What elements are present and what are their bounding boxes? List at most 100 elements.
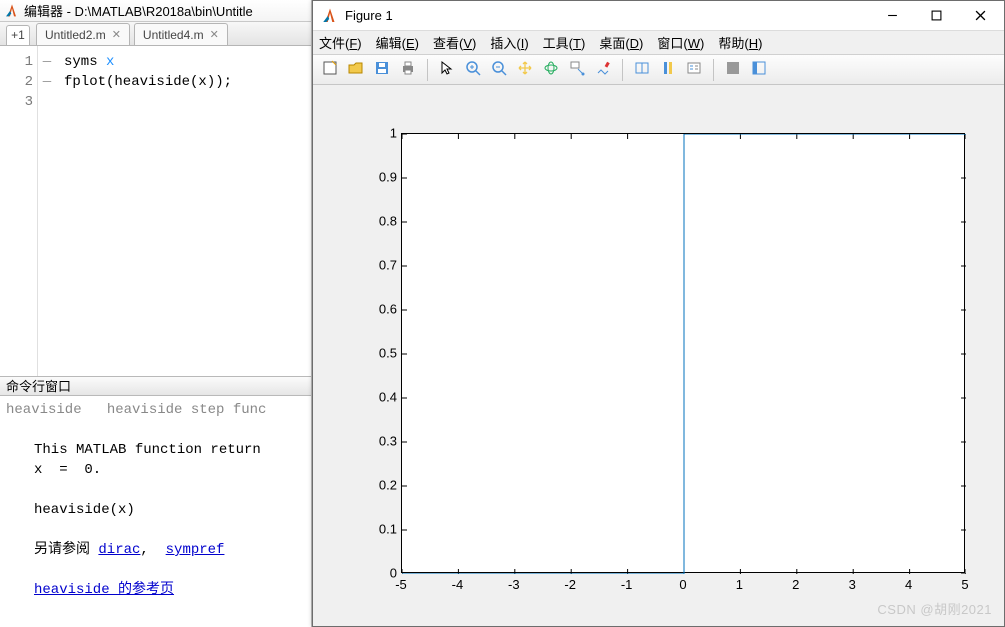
x-tick-label: 1 bbox=[736, 577, 743, 592]
brush-icon bbox=[595, 60, 611, 79]
link-sympref[interactable]: sympref bbox=[166, 542, 225, 558]
new-figure-icon bbox=[322, 60, 338, 79]
matlab-icon bbox=[321, 7, 339, 25]
save-icon bbox=[374, 60, 390, 79]
figure-title-text: Figure 1 bbox=[345, 8, 870, 23]
y-tick-label: 0.7 bbox=[363, 258, 397, 273]
pan-icon bbox=[517, 60, 533, 79]
x-tick-label: 2 bbox=[792, 577, 799, 592]
y-tick-label: 0.6 bbox=[363, 302, 397, 317]
menu-w[interactable]: 窗口(W) bbox=[657, 33, 704, 52]
command-window-title: 命令行窗口 bbox=[0, 376, 311, 396]
rotate3d-button[interactable] bbox=[540, 59, 562, 81]
close-button[interactable] bbox=[958, 2, 1002, 30]
watermark-text: CSDN @胡刚2021 bbox=[877, 599, 992, 618]
cmd-line: heaviside(x) bbox=[6, 500, 305, 520]
pointer-icon bbox=[439, 60, 455, 79]
dock-icon bbox=[751, 60, 767, 79]
figure-titlebar[interactable]: Figure 1 bbox=[313, 1, 1004, 31]
tab-untitled4[interactable]: Untitled4.m ✕ bbox=[134, 23, 228, 45]
menu-v[interactable]: 查看(V) bbox=[433, 33, 476, 52]
link-icon bbox=[634, 60, 650, 79]
x-tick-label: 3 bbox=[849, 577, 856, 592]
code-editor[interactable]: 123 —— syms x fplot(heaviside(x)); bbox=[0, 46, 311, 376]
x-tick-label: 4 bbox=[905, 577, 912, 592]
menu-t[interactable]: 工具(T) bbox=[543, 33, 586, 52]
figure-window: Figure 1 文件(F) 编辑(E) 查看(V) 插入(I) 工具(T) 桌面(D) 窗… bbox=[312, 0, 1005, 627]
maximize-button[interactable] bbox=[914, 2, 958, 30]
x-tick-label: -1 bbox=[621, 577, 633, 592]
line-gutter: 123 bbox=[0, 46, 38, 376]
y-tick-label: 0.2 bbox=[363, 478, 397, 493]
figure-toolbar bbox=[313, 55, 1004, 85]
x-tick-label: -3 bbox=[508, 577, 520, 592]
x-tick-label: 5 bbox=[961, 577, 968, 592]
pan-button[interactable] bbox=[514, 59, 536, 81]
menu-i[interactable]: 插入(I) bbox=[490, 33, 528, 52]
x-tick-label: -5 bbox=[395, 577, 407, 592]
new-figure-button[interactable] bbox=[319, 59, 341, 81]
x-tick-label: -2 bbox=[564, 577, 576, 592]
tab-label: Untitled4.m bbox=[143, 28, 204, 42]
matlab-icon bbox=[4, 3, 20, 19]
dock-button[interactable] bbox=[748, 59, 770, 81]
plot-area: 00.10.20.30.40.50.60.70.80.91 -5-4-3-2-1… bbox=[313, 85, 1004, 626]
y-tick-label: 0 bbox=[363, 566, 397, 581]
menu-d[interactable]: 桌面(D) bbox=[599, 33, 643, 52]
y-tick-label: 0.9 bbox=[363, 170, 397, 185]
new-tab-button[interactable]: +1 bbox=[6, 25, 30, 45]
link-heaviside-ref[interactable]: heaviside 的参考页 bbox=[34, 582, 174, 598]
save-button[interactable] bbox=[371, 59, 393, 81]
figure-menubar: 文件(F) 编辑(E) 查看(V) 插入(I) 工具(T) 桌面(D) 窗口(W) 帮助(H) bbox=[313, 31, 1004, 55]
x-tick-label: 0 bbox=[679, 577, 686, 592]
open-icon bbox=[348, 60, 364, 79]
rotate3d-icon bbox=[543, 60, 559, 79]
toolbar-separator bbox=[427, 59, 428, 81]
link-button[interactable] bbox=[631, 59, 653, 81]
colorbar-icon bbox=[660, 60, 676, 79]
editor-titlebar: 编辑器 - D:\MATLAB\R2018a\bin\Untitle bbox=[0, 0, 311, 22]
editor-tabstrip: +1 Untitled2.m ✕ Untitled4.m ✕ bbox=[0, 22, 311, 46]
y-tick-label: 0.1 bbox=[363, 522, 397, 537]
zoom-out-button[interactable] bbox=[488, 59, 510, 81]
zoom-out-icon bbox=[491, 60, 507, 79]
toolbar-separator bbox=[713, 59, 714, 81]
command-window[interactable]: heaviside heaviside step func This MATLA… bbox=[0, 396, 311, 627]
pointer-button[interactable] bbox=[436, 59, 458, 81]
data-cursor-icon bbox=[569, 60, 585, 79]
cmd-line: x = 0. bbox=[6, 460, 305, 480]
y-tick-label: 0.8 bbox=[363, 214, 397, 229]
hide-tools-icon bbox=[725, 60, 741, 79]
y-axis-ticks: 00.10.20.30.40.50.60.70.80.91 bbox=[363, 133, 397, 573]
hide-tools-button[interactable] bbox=[722, 59, 744, 81]
open-button[interactable] bbox=[345, 59, 367, 81]
link-dirac[interactable]: dirac bbox=[98, 542, 140, 558]
y-tick-label: 0.5 bbox=[363, 346, 397, 361]
brush-button[interactable] bbox=[592, 59, 614, 81]
minimize-button[interactable] bbox=[870, 2, 914, 30]
zoom-in-icon bbox=[465, 60, 481, 79]
x-tick-label: -4 bbox=[452, 577, 464, 592]
legend-icon bbox=[686, 60, 702, 79]
code-text[interactable]: syms x fplot(heaviside(x)); bbox=[56, 46, 232, 376]
axes[interactable] bbox=[401, 133, 965, 573]
close-icon[interactable]: ✕ bbox=[210, 28, 219, 41]
tab-label: Untitled2.m bbox=[45, 28, 106, 42]
colorbar-button[interactable] bbox=[657, 59, 679, 81]
editor-title-text: 编辑器 - D:\MATLAB\R2018a\bin\Untitle bbox=[24, 1, 253, 20]
cmd-line: 另请参阅 dirac, sympref bbox=[6, 540, 305, 560]
toolbar-separator bbox=[622, 59, 623, 81]
data-cursor-button[interactable] bbox=[566, 59, 588, 81]
zoom-in-button[interactable] bbox=[462, 59, 484, 81]
fold-gutter: —— bbox=[38, 46, 56, 376]
menu-f[interactable]: 文件(F) bbox=[319, 33, 362, 52]
cmd-line: heaviside heaviside step func bbox=[6, 400, 305, 420]
close-icon[interactable]: ✕ bbox=[112, 28, 121, 41]
y-tick-label: 0.3 bbox=[363, 434, 397, 449]
legend-button[interactable] bbox=[683, 59, 705, 81]
menu-e[interactable]: 编辑(E) bbox=[376, 33, 419, 52]
editor-pane: 编辑器 - D:\MATLAB\R2018a\bin\Untitle +1 Un… bbox=[0, 0, 312, 627]
tab-untitled2[interactable]: Untitled2.m ✕ bbox=[36, 23, 130, 45]
print-button[interactable] bbox=[397, 59, 419, 81]
menu-h[interactable]: 帮助(H) bbox=[718, 33, 762, 52]
